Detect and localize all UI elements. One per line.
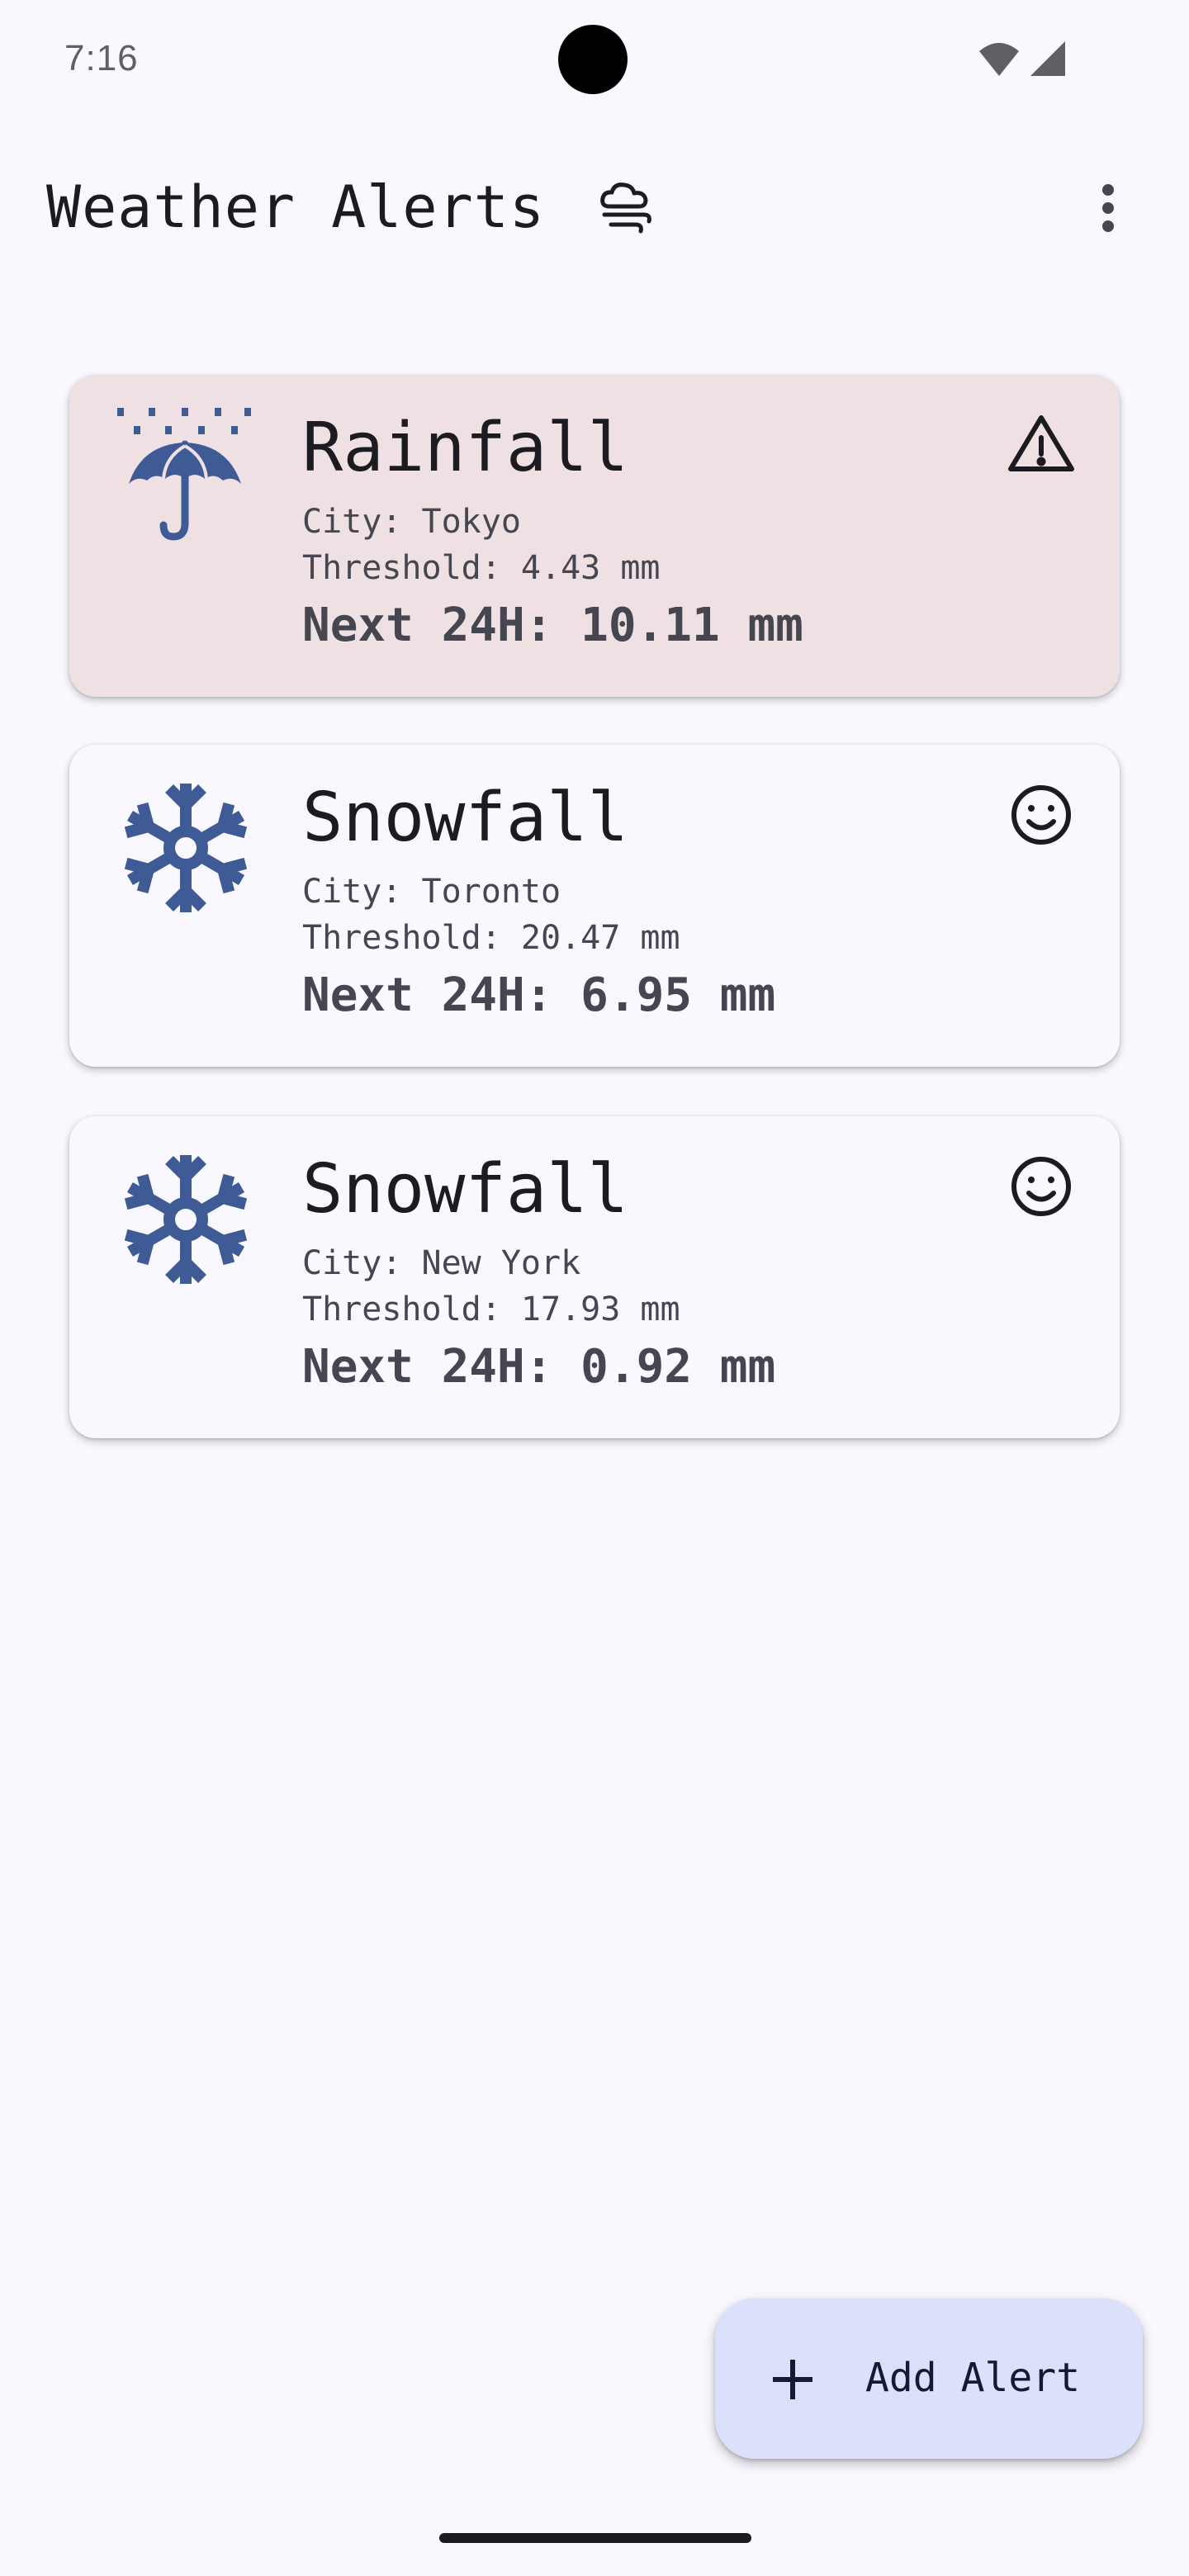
more-vert-icon [1102, 184, 1114, 232]
more-options-button[interactable] [1073, 173, 1143, 243]
add-alert-label: Add Alert [865, 2355, 1081, 2401]
snowflake-icon [116, 1149, 256, 1290]
plus-icon [770, 2356, 816, 2403]
alert-type: Rainfall [302, 409, 628, 487]
alert-city: City: New York [302, 1244, 581, 1282]
gesture-nav-handle[interactable] [439, 2533, 751, 2543]
alert-card[interactable]: Snowfall City: Toronto Threshold: 20.47 … [69, 745, 1120, 1067]
cellular-signal-icon [1030, 41, 1065, 76]
alert-threshold: Threshold: 17.93 mm [302, 1290, 680, 1328]
status-icons [979, 40, 1078, 83]
alert-threshold: Threshold: 4.43 mm [302, 549, 661, 587]
alert-city: City: Toronto [302, 873, 561, 911]
status-time: 7:16 [64, 38, 139, 78]
wifi-icon [979, 43, 1019, 76]
alert-type: Snowfall [302, 1150, 628, 1229]
alert-forecast: Next 24H: 6.95 mm [302, 968, 776, 1022]
alert-card[interactable]: Rainfall City: Tokyo Threshold: 4.43 mm … [69, 375, 1120, 697]
alert-type: Snowfall [302, 779, 628, 857]
umbrella-rain-icon [116, 408, 256, 548]
alert-city: City: Tokyo [302, 503, 521, 541]
alert-forecast: Next 24H: 0.92 mm [302, 1340, 776, 1394]
smiley-face-icon [1004, 1149, 1078, 1224]
alert-forecast: Next 24H: 10.11 mm [302, 599, 803, 652]
status-bar: 7:16 [0, 0, 1189, 124]
snowflake-icon [116, 778, 256, 918]
app-bar: Weather Alerts [0, 149, 1189, 272]
alert-card[interactable]: Snowfall City: New York Threshold: 17.93… [69, 1116, 1120, 1438]
camera-cutout [558, 25, 628, 94]
page-title: Weather Alerts [46, 173, 546, 241]
smiley-face-icon [1004, 778, 1078, 852]
add-alert-button[interactable]: Add Alert [715, 2299, 1143, 2459]
alert-threshold: Threshold: 20.47 mm [302, 919, 680, 957]
storm-cloud-icon [598, 182, 656, 238]
warning-icon [1004, 408, 1078, 482]
